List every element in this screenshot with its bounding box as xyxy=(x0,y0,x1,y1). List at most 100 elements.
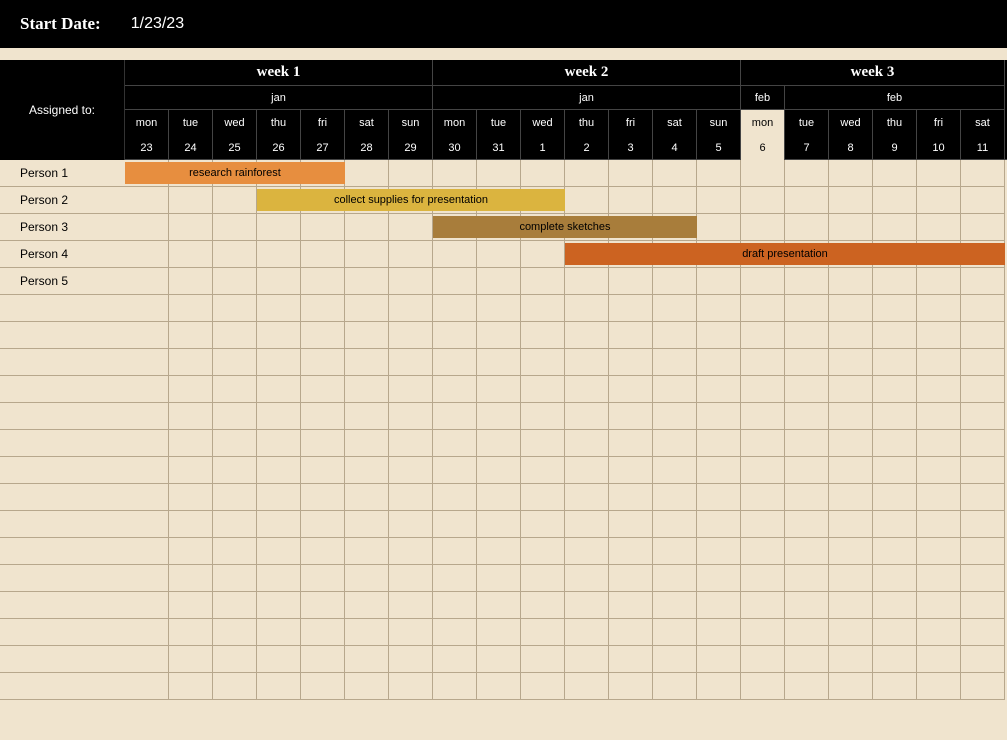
grid-cell[interactable] xyxy=(521,646,565,673)
grid-cell[interactable] xyxy=(301,214,345,241)
grid-cell[interactable] xyxy=(829,160,873,187)
grid-cell[interactable] xyxy=(389,646,433,673)
grid-cell[interactable] xyxy=(433,160,477,187)
grid-cell[interactable] xyxy=(741,457,785,484)
grid-cell[interactable] xyxy=(345,592,389,619)
grid-cell[interactable] xyxy=(169,268,213,295)
grid-cell[interactable] xyxy=(345,160,389,187)
person-row[interactable]: Person 4 xyxy=(0,241,125,268)
grid-cell[interactable] xyxy=(829,511,873,538)
task-bar[interactable]: draft presentation xyxy=(565,243,1005,265)
grid-cell[interactable] xyxy=(653,457,697,484)
grid-cell[interactable] xyxy=(829,187,873,214)
grid-cell[interactable] xyxy=(433,349,477,376)
grid-cell[interactable] xyxy=(565,349,609,376)
grid-cell[interactable] xyxy=(389,241,433,268)
grid-cell[interactable] xyxy=(961,376,1005,403)
grid-cell[interactable] xyxy=(345,376,389,403)
grid-cell[interactable] xyxy=(169,349,213,376)
grid-cell[interactable] xyxy=(213,430,257,457)
grid-cell[interactable] xyxy=(125,565,169,592)
grid-cell[interactable] xyxy=(345,268,389,295)
grid-cell[interactable] xyxy=(477,268,521,295)
grid-cell[interactable] xyxy=(741,673,785,700)
grid-cell[interactable] xyxy=(741,484,785,511)
grid-cell[interactable] xyxy=(609,295,653,322)
grid-cell[interactable] xyxy=(477,673,521,700)
grid-cell[interactable] xyxy=(169,403,213,430)
grid-cell[interactable] xyxy=(609,430,653,457)
grid-cell[interactable] xyxy=(477,295,521,322)
grid-cell[interactable] xyxy=(785,295,829,322)
grid-cell[interactable] xyxy=(213,592,257,619)
grid-cell[interactable] xyxy=(389,538,433,565)
grid-cell[interactable] xyxy=(697,376,741,403)
grid-cell[interactable] xyxy=(389,484,433,511)
grid-cell[interactable] xyxy=(609,349,653,376)
grid-cell[interactable] xyxy=(565,295,609,322)
grid-cell[interactable] xyxy=(785,376,829,403)
grid-cell[interactable] xyxy=(521,349,565,376)
grid-cell[interactable] xyxy=(785,511,829,538)
person-row[interactable] xyxy=(0,673,125,700)
grid-cell[interactable] xyxy=(477,457,521,484)
grid-cell[interactable] xyxy=(917,619,961,646)
grid-cell[interactable] xyxy=(213,538,257,565)
grid-cell[interactable] xyxy=(785,484,829,511)
grid-cell[interactable] xyxy=(389,511,433,538)
grid-cell[interactable] xyxy=(653,160,697,187)
grid-cell[interactable] xyxy=(433,646,477,673)
grid-cell[interactable] xyxy=(741,538,785,565)
grid-cell[interactable] xyxy=(125,322,169,349)
grid-cell[interactable] xyxy=(917,187,961,214)
grid-cell[interactable] xyxy=(433,268,477,295)
grid-cell[interactable] xyxy=(213,322,257,349)
grid-cell[interactable] xyxy=(345,295,389,322)
grid-cell[interactable] xyxy=(433,565,477,592)
grid-cell[interactable] xyxy=(829,268,873,295)
grid-cell[interactable] xyxy=(961,619,1005,646)
grid-cell[interactable] xyxy=(125,349,169,376)
grid-cell[interactable] xyxy=(741,646,785,673)
grid-cell[interactable] xyxy=(697,592,741,619)
grid-cell[interactable] xyxy=(433,511,477,538)
grid-cell[interactable] xyxy=(829,214,873,241)
grid-cell[interactable] xyxy=(521,268,565,295)
grid-cell[interactable] xyxy=(521,484,565,511)
grid-cell[interactable] xyxy=(433,376,477,403)
grid-cell[interactable] xyxy=(345,673,389,700)
person-row[interactable]: Person 1 xyxy=(0,160,125,187)
grid-cell[interactable] xyxy=(345,565,389,592)
grid-cell[interactable] xyxy=(565,187,609,214)
grid-cell[interactable] xyxy=(609,565,653,592)
grid-cell[interactable] xyxy=(301,511,345,538)
grid-cell[interactable] xyxy=(521,430,565,457)
grid-cell[interactable] xyxy=(785,160,829,187)
person-row[interactable] xyxy=(0,565,125,592)
grid-cell[interactable] xyxy=(125,619,169,646)
grid-cell[interactable] xyxy=(785,349,829,376)
grid-cell[interactable] xyxy=(125,484,169,511)
grid-cell[interactable] xyxy=(917,214,961,241)
person-row[interactable] xyxy=(0,457,125,484)
grid-cell[interactable] xyxy=(565,592,609,619)
grid-cell[interactable] xyxy=(169,376,213,403)
grid-cell[interactable] xyxy=(257,322,301,349)
grid-cell[interactable] xyxy=(389,619,433,646)
grid-cell[interactable] xyxy=(301,565,345,592)
grid-cell[interactable] xyxy=(873,187,917,214)
grid-cell[interactable] xyxy=(565,322,609,349)
person-row[interactable] xyxy=(0,619,125,646)
grid-cell[interactable] xyxy=(433,295,477,322)
grid-cell[interactable] xyxy=(257,511,301,538)
grid-cell[interactable] xyxy=(213,349,257,376)
grid-cell[interactable] xyxy=(873,376,917,403)
grid-cell[interactable] xyxy=(917,592,961,619)
grid-cell[interactable] xyxy=(741,430,785,457)
grid-cell[interactable] xyxy=(961,592,1005,619)
grid-cell[interactable] xyxy=(653,187,697,214)
grid-cell[interactable] xyxy=(961,646,1005,673)
grid-cell[interactable] xyxy=(697,457,741,484)
grid-cell[interactable] xyxy=(125,241,169,268)
grid-cell[interactable] xyxy=(829,403,873,430)
